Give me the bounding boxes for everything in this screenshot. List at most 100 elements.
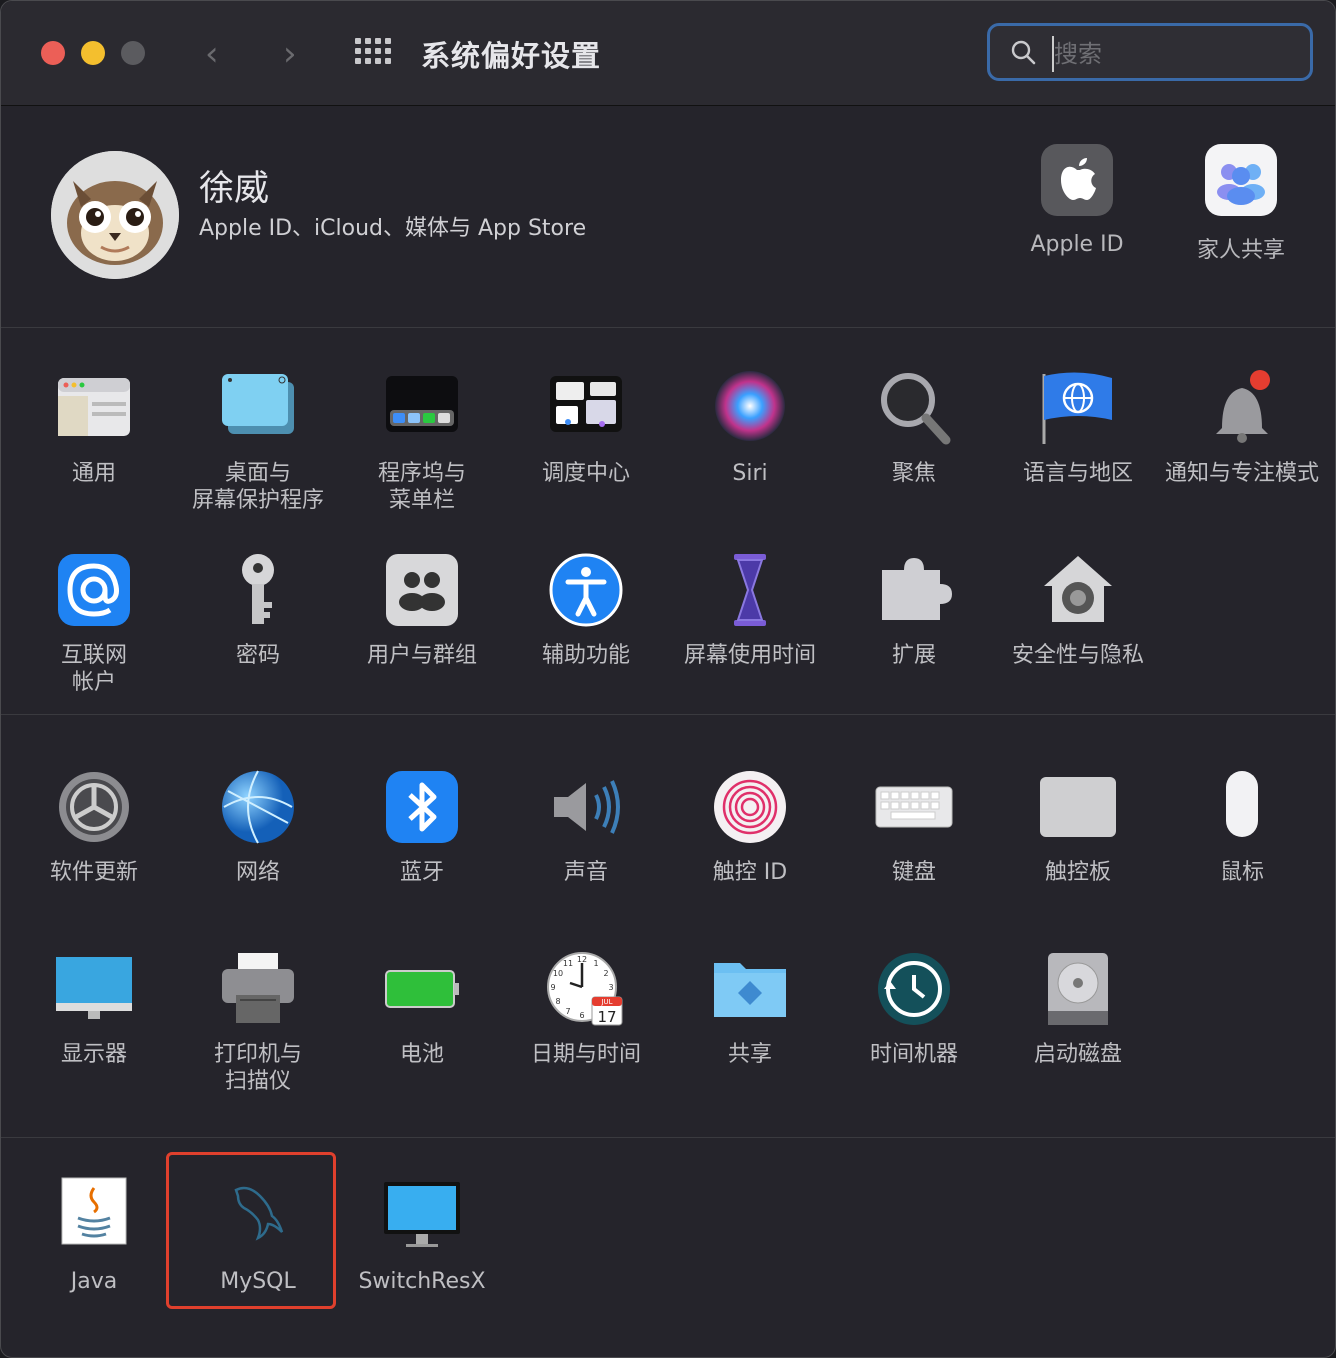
search-input[interactable] bbox=[1052, 36, 1296, 72]
pref-label: 桌面与 屏幕保护程序 bbox=[191, 461, 324, 513]
pref-label: 密码 bbox=[235, 643, 280, 668]
svg-text:2: 2 bbox=[603, 969, 608, 978]
pref-label: 互联网 帐户 bbox=[60, 643, 127, 695]
spotlight-icon bbox=[874, 368, 954, 448]
pref-screen-time[interactable]: 屏幕使用时间 bbox=[668, 550, 832, 669]
pref-passwords[interactable]: 密码 bbox=[176, 550, 340, 669]
bluetooth-icon bbox=[382, 767, 462, 847]
svg-text:8: 8 bbox=[555, 997, 560, 1006]
family-sharing-icon bbox=[1205, 144, 1277, 216]
mouse-icon bbox=[1202, 767, 1282, 847]
svg-text:6: 6 bbox=[579, 1011, 584, 1020]
svg-text:11: 11 bbox=[563, 959, 573, 968]
window-title: 系统偏好设置 bbox=[421, 39, 602, 73]
back-arrow-icon[interactable]: ‹ bbox=[205, 34, 219, 74]
pref-dock-menubar[interactable]: 程序坞与 菜单栏 bbox=[340, 368, 504, 514]
apple-id-pref[interactable]: Apple ID bbox=[997, 144, 1157, 257]
printers-scanners-icon bbox=[218, 949, 298, 1029]
pref-label: 语言与地区 bbox=[1022, 461, 1133, 486]
svg-text:10: 10 bbox=[553, 969, 563, 978]
pref-label: 蓝牙 bbox=[399, 860, 444, 885]
pref-trackpad[interactable]: 触控板 bbox=[996, 767, 1160, 886]
family-sharing-pref[interactable]: 家人共享 bbox=[1161, 144, 1321, 264]
pref-label: 用户与群组 bbox=[366, 643, 477, 668]
pref-battery[interactable]: 电池 bbox=[340, 949, 504, 1068]
svg-text:1: 1 bbox=[593, 959, 598, 968]
pref-printers-scanners[interactable]: 打印机与 扫描仪 bbox=[176, 949, 340, 1095]
pref-sound[interactable]: 声音 bbox=[504, 767, 668, 886]
touch-id-icon bbox=[710, 767, 790, 847]
pref-label: 鼠标 bbox=[1219, 860, 1264, 885]
general-icon bbox=[54, 368, 134, 448]
minimize-button[interactable] bbox=[81, 41, 105, 65]
keyboard-icon bbox=[874, 767, 954, 847]
pref-siri[interactable]: Siri bbox=[668, 368, 832, 487]
mission-control-icon bbox=[546, 368, 626, 448]
pref-label: 扩展 bbox=[891, 643, 936, 668]
trackpad-icon bbox=[1038, 767, 1118, 847]
extensions-icon bbox=[874, 550, 954, 630]
svg-text:3: 3 bbox=[608, 983, 613, 992]
pref-label: 共享 bbox=[727, 1042, 772, 1067]
pref-label: 软件更新 bbox=[49, 860, 138, 885]
close-button[interactable] bbox=[41, 41, 65, 65]
mysql-highlight-box bbox=[166, 1152, 336, 1309]
pref-internet-accounts[interactable]: 互联网 帐户 bbox=[12, 550, 176, 696]
pref-general[interactable]: 通用 bbox=[12, 368, 176, 487]
startup-disk-icon bbox=[1038, 949, 1118, 1029]
apple-logo-icon bbox=[1041, 144, 1113, 216]
pref-bluetooth[interactable]: 蓝牙 bbox=[340, 767, 504, 886]
pref-spotlight[interactable]: 聚焦 bbox=[832, 368, 996, 487]
pref-sharing[interactable]: 共享 bbox=[668, 949, 832, 1068]
pref-label: 安全性与隐私 bbox=[1011, 643, 1144, 668]
avatar[interactable] bbox=[51, 151, 179, 279]
internet-accounts-icon bbox=[54, 550, 134, 630]
pref-java[interactable]: Java bbox=[12, 1176, 176, 1295]
owl-avatar-icon bbox=[51, 151, 179, 279]
pref-label: 电池 bbox=[399, 1042, 444, 1067]
pref-label: SwitchResX bbox=[358, 1269, 486, 1294]
pref-desktop-screensaver[interactable]: 桌面与 屏幕保护程序 bbox=[176, 368, 340, 514]
notifications-icon bbox=[1202, 368, 1282, 448]
users-groups-icon bbox=[382, 550, 462, 630]
pref-notifications[interactable]: 通知与专注模式 bbox=[1160, 368, 1324, 487]
pref-label: 屏幕使用时间 bbox=[683, 643, 816, 668]
pref-label: 启动磁盘 bbox=[1033, 1042, 1122, 1067]
pref-label: 触控 ID bbox=[712, 860, 788, 885]
pref-network[interactable]: 网络 bbox=[176, 767, 340, 886]
pref-mission-control[interactable]: 调度中心 bbox=[504, 368, 668, 487]
pref-date-time[interactable]: 121234567891011JUL17日期与时间 bbox=[504, 949, 668, 1068]
pref-label: 声音 bbox=[563, 860, 608, 885]
svg-text:JUL: JUL bbox=[600, 998, 612, 1006]
pref-startup-disk[interactable]: 启动磁盘 bbox=[996, 949, 1160, 1068]
pref-switchresx[interactable]: SwitchResX bbox=[340, 1176, 504, 1295]
sound-icon bbox=[546, 767, 626, 847]
pref-label: 通知与专注模式 bbox=[1164, 461, 1319, 486]
svg-text:7: 7 bbox=[565, 1007, 570, 1016]
pref-language-region[interactable]: 语言与地区 bbox=[996, 368, 1160, 487]
pref-time-machine[interactable]: 时间机器 bbox=[832, 949, 996, 1068]
pref-mouse[interactable]: 鼠标 bbox=[1160, 767, 1324, 886]
pref-label: 时间机器 bbox=[869, 1042, 958, 1067]
pref-keyboard[interactable]: 键盘 bbox=[832, 767, 996, 886]
pref-touch-id[interactable]: 触控 ID bbox=[668, 767, 832, 886]
passwords-icon bbox=[218, 550, 298, 630]
show-all-grid-icon[interactable] bbox=[355, 38, 391, 68]
zoom-button[interactable] bbox=[121, 41, 145, 65]
pref-label: Java bbox=[70, 1269, 118, 1294]
pref-accessibility[interactable]: 辅助功能 bbox=[504, 550, 668, 669]
pref-users-groups[interactable]: 用户与群组 bbox=[340, 550, 504, 669]
pref-label: 网络 bbox=[235, 860, 280, 885]
accessibility-icon bbox=[546, 550, 626, 630]
svg-text:12: 12 bbox=[577, 955, 587, 964]
java-icon bbox=[54, 1176, 134, 1256]
pref-software-update[interactable]: 软件更新 bbox=[12, 767, 176, 886]
security-privacy-icon bbox=[1038, 550, 1118, 630]
forward-arrow-icon[interactable]: › bbox=[283, 34, 297, 74]
pref-security-privacy[interactable]: 安全性与隐私 bbox=[996, 550, 1160, 669]
user-name: 徐威 bbox=[199, 169, 270, 209]
search-field[interactable] bbox=[987, 23, 1313, 81]
pref-extensions[interactable]: 扩展 bbox=[832, 550, 996, 669]
software-update-icon bbox=[54, 767, 134, 847]
pref-displays[interactable]: 显示器 bbox=[12, 949, 176, 1068]
